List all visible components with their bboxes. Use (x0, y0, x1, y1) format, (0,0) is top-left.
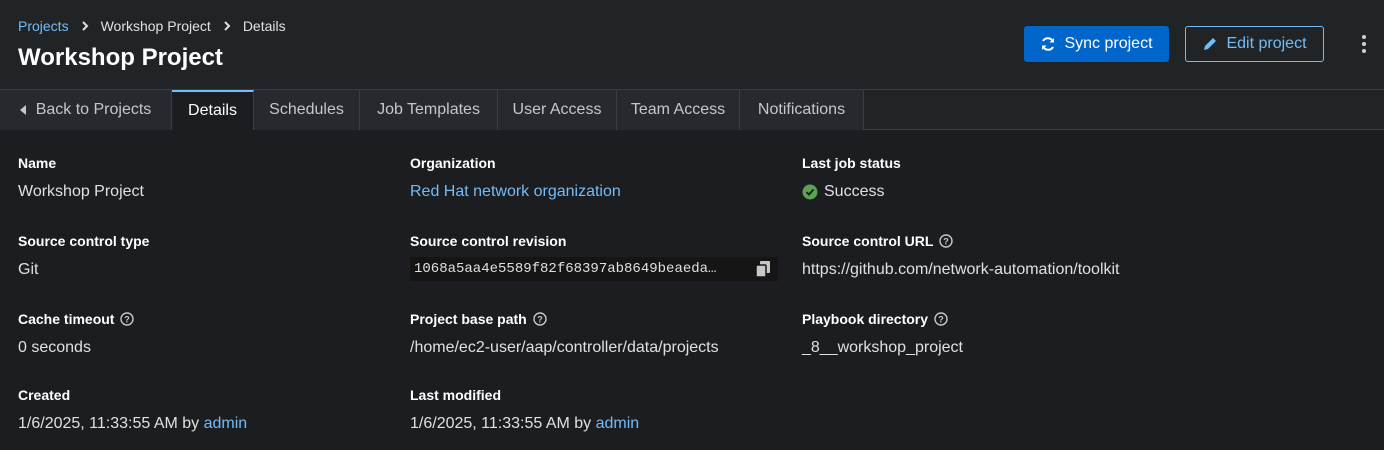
tab-back-to-projects[interactable]: Back to Projects (0, 90, 172, 130)
tab-job-templates[interactable]: Job Templates (360, 90, 498, 130)
tab-schedules-label: Schedules (269, 101, 344, 118)
revision-code-box: 1068a5aa4e5589f82f68397ab8649beaeda… (410, 257, 778, 281)
tab-notifications-label: Notifications (757, 101, 846, 118)
status-badge[interactable]: Success (802, 183, 901, 201)
field-label-row: Project base path ? (410, 311, 719, 327)
check-circle-icon (802, 184, 818, 200)
tab-schedules[interactable]: Schedules (254, 90, 360, 130)
sync-icon (1042, 37, 1055, 51)
revision-value: 1068a5aa4e5589f82f68397ab8649beaeda… (414, 261, 717, 277)
modified-date: 1/6/2025, 11:33:55 AM by (410, 415, 596, 432)
field-label: Last modified (410, 387, 502, 403)
field-project-base-path: Project base path ? /home/ec2-user/aap/c… (410, 311, 719, 357)
organization-link[interactable]: Red Hat network organization (410, 183, 621, 200)
field-label: Last job status (802, 155, 901, 171)
page-title: Workshop Project (18, 44, 223, 71)
chevron-right-icon (81, 21, 88, 31)
field-source-control-url: Source control URL ? https://github.com/… (802, 233, 1120, 279)
breadcrumb: Projects Workshop Project Details (18, 18, 286, 34)
field-value: Workshop Project (18, 183, 144, 200)
tab-job-templates-label: Job Templates (377, 101, 480, 118)
field-label: Source control URL (802, 233, 934, 249)
tab-user-access-label: User Access (512, 101, 602, 118)
help-icon[interactable]: ? (120, 312, 135, 326)
help-icon[interactable]: ? (939, 234, 954, 248)
field-value: Git (18, 261, 39, 278)
breadcrumb-project-link[interactable]: Workshop Project (101, 18, 211, 34)
created-by-user-link[interactable]: admin (204, 415, 248, 432)
breadcrumb-current: Details (242, 18, 286, 34)
edit-project-label: Edit project (1226, 35, 1307, 52)
field-cache-timeout: Cache timeout ? 0 seconds (18, 311, 135, 357)
tab-team-access-label: Team Access (630, 101, 726, 118)
field-playbook-directory: Playbook directory ? _8__workshop_projec… (802, 311, 963, 357)
field-name: Name Workshop Project (18, 155, 144, 201)
field-label: Source control type (18, 233, 150, 249)
svg-text:?: ? (938, 315, 944, 325)
field-label: Project base path (410, 311, 527, 327)
tab-details[interactable]: Details (172, 90, 254, 130)
copy-icon[interactable] (756, 261, 770, 277)
field-created: Created 1/6/2025, 11:33:55 AM by admin (18, 387, 247, 433)
field-value: https://github.com/network-automation/to… (802, 261, 1120, 278)
field-value: _8__workshop_project (802, 339, 963, 356)
field-label: Playbook directory (802, 311, 929, 327)
sync-project-label: Sync project (1064, 35, 1153, 52)
field-label-row: Cache timeout ? (18, 311, 135, 327)
field-label-row: Playbook directory ? (802, 311, 963, 327)
field-value: 1/6/2025, 11:33:55 AM by admin (18, 415, 247, 433)
edit-project-button[interactable]: Edit project (1185, 26, 1324, 62)
page-header: Projects Workshop Project Details Worksh… (0, 0, 1384, 90)
field-last-modified: Last modified 1/6/2025, 11:33:55 AM by a… (410, 387, 639, 433)
help-icon[interactable]: ? (533, 312, 547, 326)
svg-text:?: ? (944, 237, 950, 247)
breadcrumb-projects-link[interactable]: Projects (18, 18, 69, 34)
caret-left-icon (19, 105, 26, 115)
field-label-row: Source control URL ? (802, 233, 1120, 249)
status-text: Success (824, 183, 885, 200)
field-label: Organization (410, 155, 496, 171)
field-source-control-type: Source control type Git (18, 233, 149, 279)
field-value: 1/6/2025, 11:33:55 AM by admin (410, 415, 639, 433)
created-date: 1/6/2025, 11:33:55 AM by (18, 415, 204, 432)
svg-text:?: ? (537, 315, 543, 325)
help-icon[interactable]: ? (934, 312, 948, 326)
field-label: Created (18, 387, 71, 403)
tab-user-access[interactable]: User Access (498, 90, 617, 130)
field-source-control-revision: Source control revision 1068a5aa4e5589f8… (410, 233, 778, 281)
tab-team-access[interactable]: Team Access (617, 90, 740, 130)
svg-text:?: ? (125, 315, 131, 325)
kebab-menu-icon[interactable] (1356, 33, 1372, 55)
tab-details-label: Details (188, 102, 237, 119)
details-panel: Name Workshop Project Organization Red H… (0, 130, 1384, 450)
field-organization: Organization Red Hat network organizatio… (410, 155, 621, 201)
field-value: 0 seconds (18, 339, 91, 356)
tab-bar: Back to Projects Details Schedules Job T… (0, 90, 1384, 130)
tab-notifications[interactable]: Notifications (740, 90, 864, 130)
tab-back-label: Back to Projects (35, 101, 152, 118)
field-label: Name (18, 155, 57, 171)
chevron-right-icon (224, 21, 231, 31)
field-value: /home/ec2-user/aap/controller/data/proje… (410, 339, 719, 356)
pencil-icon (1204, 38, 1217, 50)
sync-project-button[interactable]: Sync project (1024, 26, 1169, 62)
field-last-job-status: Last job status Success (802, 155, 901, 201)
field-label: Cache timeout (18, 311, 115, 327)
modified-by-user-link[interactable]: admin (596, 415, 640, 432)
field-label: Source control revision (410, 233, 567, 249)
